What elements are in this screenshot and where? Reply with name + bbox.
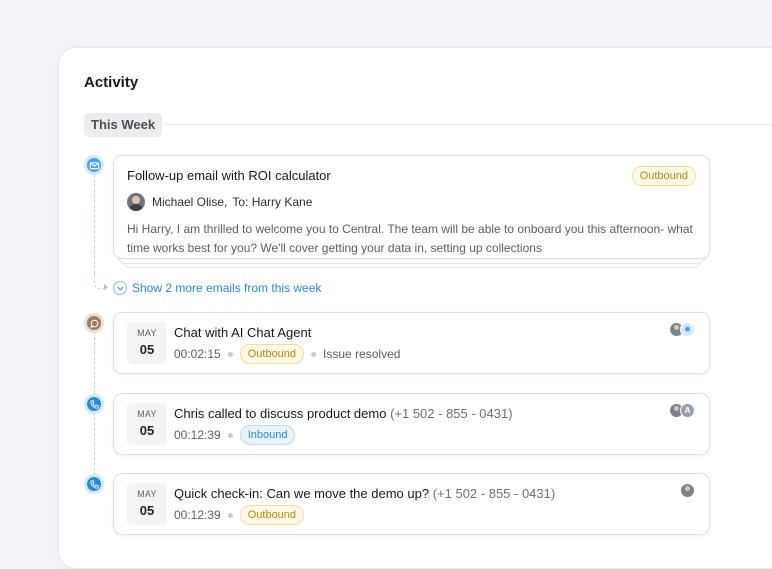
date-month: MAY [137,328,157,338]
ai-agent-avatar: ✺ [680,322,695,337]
phone-icon [84,394,104,414]
chevron-down-icon [113,281,127,295]
separator-dot [227,351,233,357]
divider-line [164,124,772,125]
mail-icon [84,155,104,175]
activity-card[interactable]: MAY 05 Chris called to discuss product d… [113,393,710,455]
duration: 00:12:39 [174,508,221,522]
duration: 00:12:39 [174,428,221,442]
activity-title: Chris called to discuss product demo (+1… [174,406,513,421]
direction-badge: Inbound [239,425,296,445]
status-text: Issue resolved [323,347,401,361]
activity-meta: 00:12:39 Outbound [174,505,305,525]
timeline-arrow [104,284,108,290]
avatar [680,483,695,498]
avatar-initial: A [680,403,695,418]
email-preview: Hi Harry, I am thrilled to welcome you t… [127,222,693,255]
participant-avatars: ✺ [669,322,695,337]
timeline-line [94,174,95,274]
participant-avatars: A [669,403,695,418]
phone-number: (+1 502 - 855 - 0431) [432,486,556,501]
phone-number: (+1 502 - 855 - 0431) [390,406,513,421]
activity-card[interactable]: MAY 05 Quick check-in: Can we move the d… [113,473,710,535]
activity-card[interactable]: MAY 05 Chat with AI Chat Agent 00:02:15 … [113,312,710,374]
date-month: MAY [137,489,157,499]
date-box: MAY 05 [127,483,167,525]
activity-meta: 00:12:39 Inbound [174,425,296,445]
direction-badge: Outbound [239,505,305,525]
date-day: 05 [139,423,155,438]
email-title: Follow-up email with ROI calculator [127,168,331,183]
week-divider: This Week [84,113,772,137]
direction-badge: Outbound [631,166,696,186]
avatar [127,193,145,211]
page-title: Activity [84,74,139,91]
duration: 00:02:15 [174,347,221,361]
separator-dot [311,351,317,357]
recipient: To: Harry Kane [232,195,313,209]
phone-icon [84,474,104,494]
date-box: MAY 05 [127,322,167,364]
separator-dot [227,512,233,518]
activity-meta: 00:02:15 Outbound Issue resolved [174,344,400,364]
email-participants: Michael Olise, To: Harry Kane [127,193,312,211]
date-day: 05 [139,342,155,357]
date-month: MAY [137,409,157,419]
separator-dot [227,432,233,438]
show-more-label: Show 2 more emails from this week [132,281,322,295]
direction-badge: Outbound [239,344,305,364]
timeline-line [94,332,95,394]
timeline-line [94,413,95,475]
date-box: MAY 05 [127,403,167,445]
email-card[interactable]: Follow-up email with ROI calculator Outb… [113,155,710,259]
show-more-emails-link[interactable]: Show 2 more emails from this week [113,281,321,295]
date-day: 05 [139,503,155,518]
period-label: This Week [84,113,163,137]
activity-title: Quick check-in: Can we move the demo up?… [174,486,556,501]
participant-avatars [680,483,695,498]
sender-name: Michael Olise, [152,195,228,209]
activity-title: Chat with AI Chat Agent [174,325,312,340]
chat-icon [84,313,104,333]
